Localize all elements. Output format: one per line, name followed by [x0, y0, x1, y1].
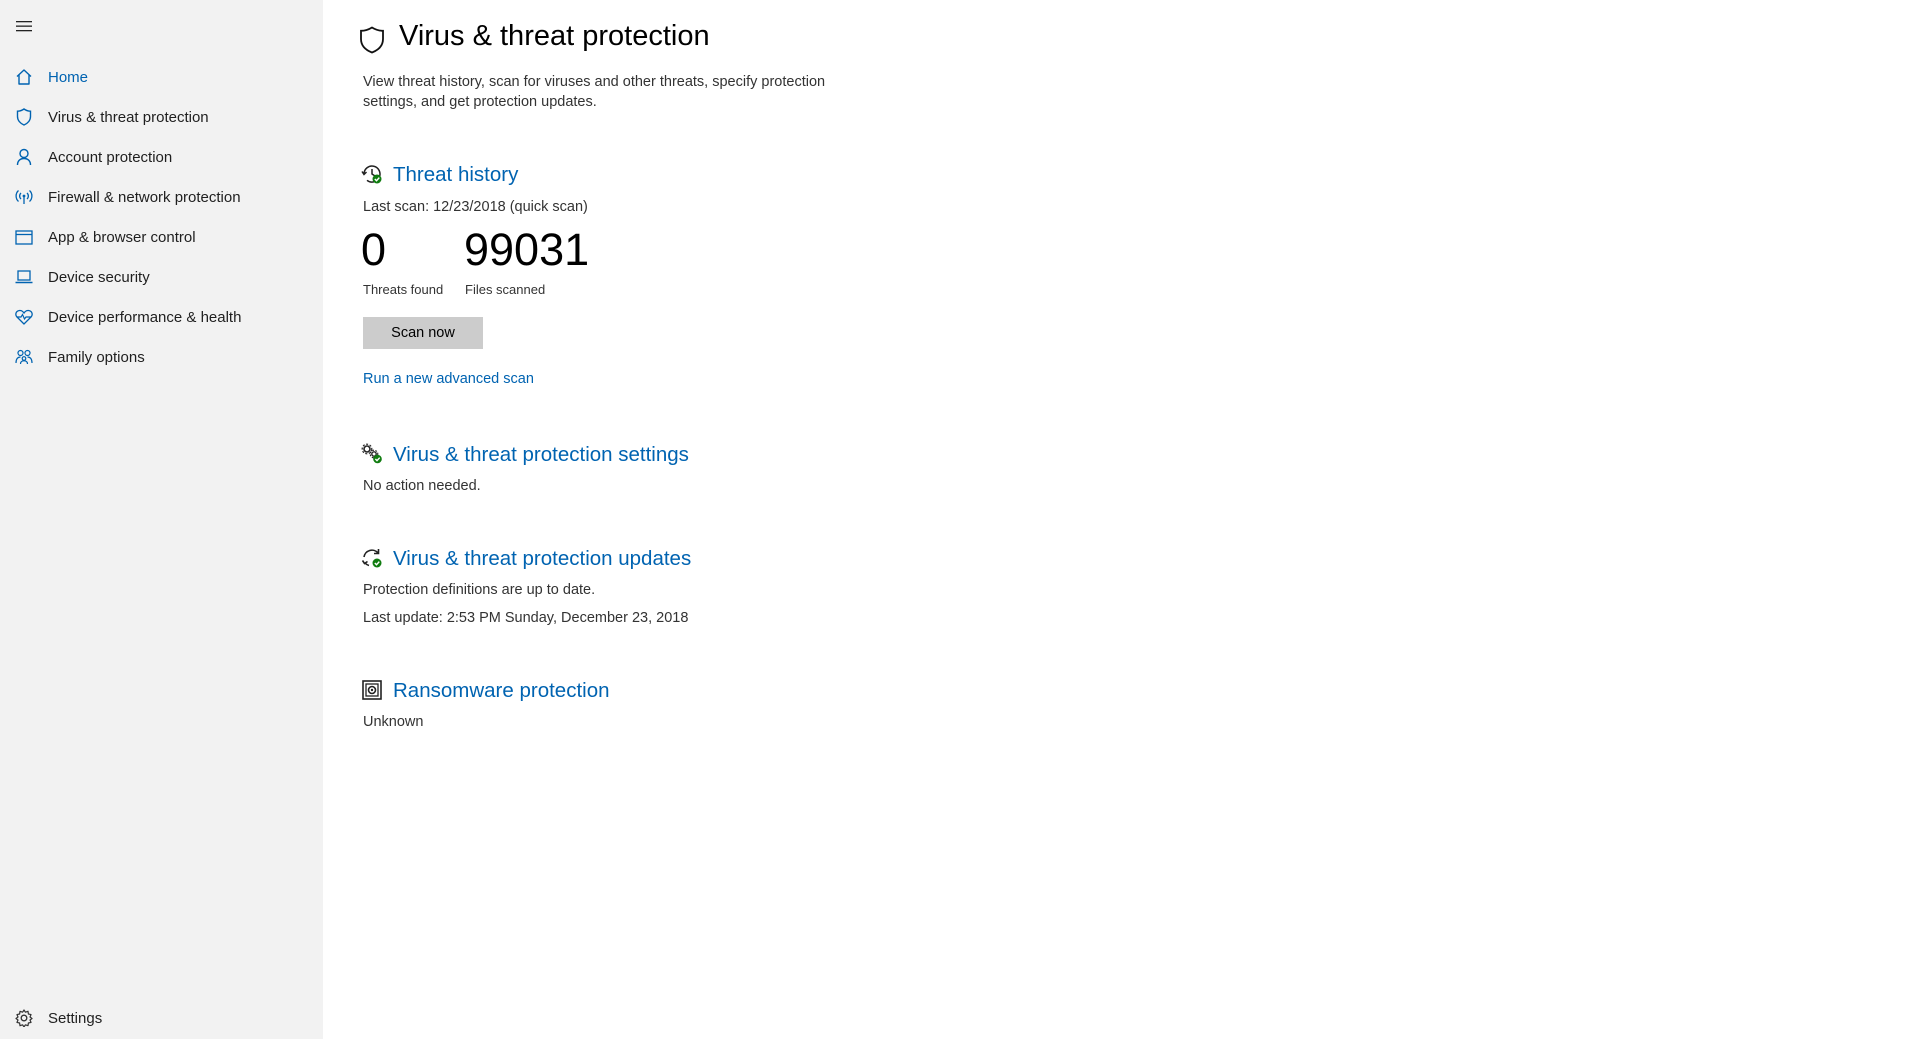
sidebar-item-label: Account protection: [48, 148, 173, 166]
threat-history-link[interactable]: Threat history: [393, 163, 518, 187]
laptop-icon: [14, 267, 34, 287]
gears-check-icon: [361, 443, 383, 465]
files-scanned-label: Files scanned: [465, 282, 546, 297]
sidebar-item-label: Home: [48, 68, 89, 86]
vault-icon: [361, 679, 383, 701]
ransomware-status-text: Unknown: [363, 714, 424, 730]
sidebar-item-label: Firewall & network protection: [48, 188, 241, 206]
sidebar-item-device-performance[interactable]: Device performance & health: [0, 297, 323, 337]
family-icon: [14, 347, 34, 367]
home-icon: [14, 67, 34, 87]
updates-status-text: Protection definitions are up to date.: [363, 582, 596, 598]
sidebar-item-label: App & browser control: [48, 228, 196, 246]
protection-updates-link[interactable]: Virus & threat protection updates: [393, 547, 691, 571]
ransomware-protection-link[interactable]: Ransomware protection: [393, 679, 610, 703]
shield-icon: [14, 107, 34, 127]
files-scanned-value: 99031: [464, 224, 590, 275]
page-description: View threat history, scan for viruses an…: [363, 74, 826, 110]
sidebar-item-label: Settings: [48, 1009, 103, 1027]
sidebar-item-label: Family options: [48, 348, 145, 366]
sidebar-item-firewall[interactable]: Firewall & network protection: [0, 177, 323, 217]
sidebar-item-settings[interactable]: Settings: [0, 998, 323, 1038]
last-update-text: Last update: 2:53 PM Sunday, December 23…: [363, 610, 689, 626]
page-title: Virus & threat protection: [399, 20, 710, 52]
protection-settings-link[interactable]: Virus & threat protection settings: [393, 443, 689, 467]
last-scan-text: Last scan: 12/23/2018 (quick scan): [363, 199, 588, 215]
sidebar: Home Virus & threat protection Account p…: [0, 0, 323, 1039]
main-content: Virus & threat protection View threat hi…: [323, 0, 1916, 1039]
scan-now-button[interactable]: Scan now: [363, 317, 483, 349]
sidebar-item-account-protection[interactable]: Account protection: [0, 137, 323, 177]
wifi-antenna-icon: [14, 187, 34, 207]
shield-icon: [359, 26, 385, 54]
heart-icon: [14, 307, 34, 327]
sidebar-item-label: Device security: [48, 268, 150, 286]
threats-found-label: Threats found: [363, 282, 444, 297]
sidebar-item-app-browser[interactable]: App & browser control: [0, 217, 323, 257]
refresh-check-icon: [361, 547, 383, 569]
settings-status-text: No action needed.: [363, 478, 481, 494]
sidebar-item-family-options[interactable]: Family options: [0, 337, 323, 377]
sidebar-item-label: Device performance & health: [48, 308, 242, 326]
hamburger-menu-icon[interactable]: [12, 14, 36, 38]
gear-icon: [14, 1008, 34, 1028]
sidebar-item-device-security[interactable]: Device security: [0, 257, 323, 297]
browser-window-icon: [14, 227, 34, 247]
sidebar-item-home[interactable]: Home: [0, 57, 323, 97]
advanced-scan-link[interactable]: Run a new advanced scan: [363, 371, 534, 387]
sidebar-item-virus-threat[interactable]: Virus & threat protection: [0, 97, 323, 137]
person-icon: [14, 147, 34, 167]
clock-check-icon: [361, 163, 383, 185]
threats-found-value: 0: [361, 224, 387, 275]
sidebar-item-label: Virus & threat protection: [48, 108, 209, 126]
